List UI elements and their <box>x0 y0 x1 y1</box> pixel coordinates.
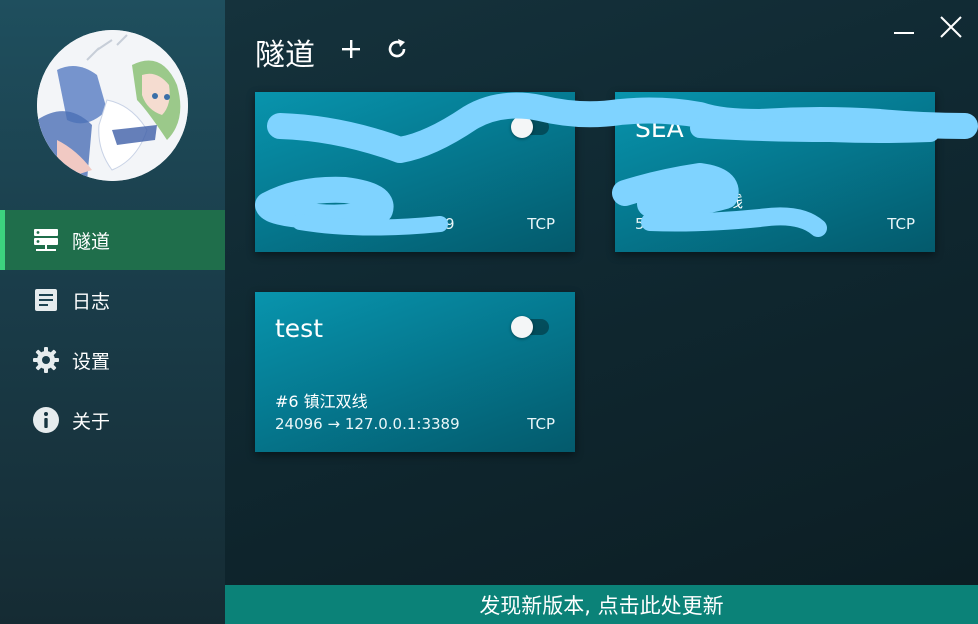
tunnel-name: test <box>275 314 324 343</box>
close-icon <box>940 16 962 38</box>
avatar[interactable] <box>37 30 188 181</box>
sidebar-item-label: 日志 <box>72 290 111 313</box>
sidebar-item-log[interactable]: 日志 <box>0 270 225 330</box>
tunnel-toggle[interactable] <box>511 316 549 338</box>
main-panel: 隧道 9 TCP SEA 线 5 TCP test #6 镇江双线 24096 … <box>225 0 978 585</box>
gear-icon <box>32 346 60 374</box>
minimize-button[interactable] <box>889 12 919 42</box>
tunnel-name: SEA <box>635 114 684 143</box>
tunnel-toggle[interactable] <box>511 116 549 138</box>
sidebar-item-label: 隧道 <box>72 230 111 253</box>
toggle-knob <box>511 316 533 338</box>
sidebar-item-settings[interactable]: 设置 <box>0 330 225 390</box>
sidebar-item-label: 关于 <box>72 410 111 433</box>
minimize-icon <box>894 32 914 34</box>
toggle-knob <box>511 116 533 138</box>
sidebar-item-label: 设置 <box>72 350 111 373</box>
update-banner-text: 发现新版本, 点击此处更新 <box>479 593 724 618</box>
refresh-icon <box>388 39 406 58</box>
server-icon <box>32 226 60 254</box>
anime-avatar-icon <box>37 30 188 181</box>
tunnel-node: #6 镇江双线 <box>275 392 368 411</box>
sidebar-nav: 隧道 日志 设置 关于 <box>0 210 225 450</box>
document-icon <box>32 286 60 314</box>
info-icon <box>32 406 60 434</box>
add-tunnel-button[interactable] <box>336 34 366 64</box>
tunnel-protocol: TCP <box>527 215 555 233</box>
sidebar-item-about[interactable]: 关于 <box>0 390 225 450</box>
refresh-button[interactable] <box>382 34 412 64</box>
tunnel-protocol: TCP <box>527 415 555 433</box>
close-button[interactable] <box>936 12 966 42</box>
sidebar: 隧道 日志 设置 关于 <box>0 0 225 624</box>
sidebar-item-tunnels[interactable]: 隧道 <box>0 210 225 270</box>
tunnel-mapping: 9 <box>445 215 455 233</box>
tunnel-mapping: 5 <box>635 215 645 233</box>
tunnel-node: 线 <box>727 192 744 211</box>
tunnel-card[interactable]: SEA 线 5 TCP <box>615 92 935 252</box>
tunnel-card[interactable]: test #6 镇江双线 24096 → 127.0.0.1:3389 TCP <box>255 292 575 452</box>
plus-icon <box>342 40 360 58</box>
tunnel-mapping: 24096 → 127.0.0.1:3389 <box>275 415 460 433</box>
tunnel-protocol: TCP <box>887 215 915 233</box>
tunnel-card[interactable]: 9 TCP <box>255 92 575 252</box>
update-banner[interactable]: 发现新版本, 点击此处更新 <box>225 585 978 624</box>
page-title: 隧道 <box>255 38 315 73</box>
